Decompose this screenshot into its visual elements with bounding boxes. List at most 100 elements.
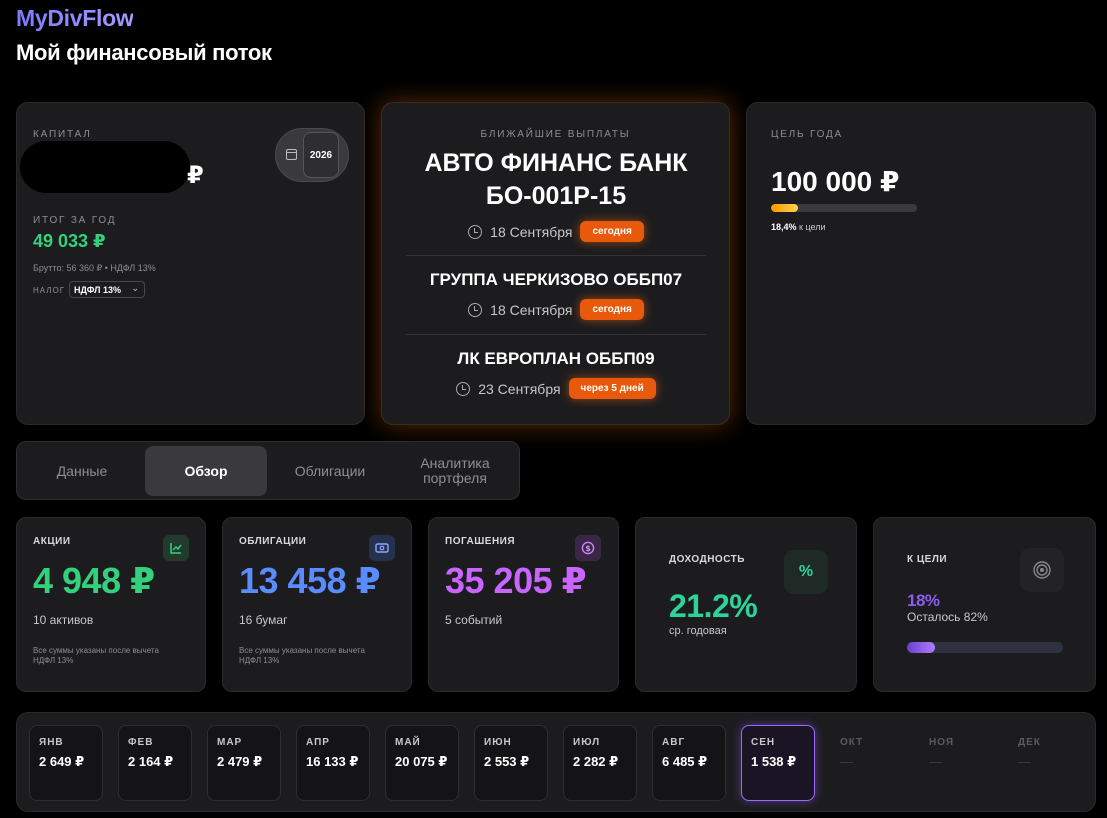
- page-title: Мой финансовый поток: [16, 40, 272, 65]
- payment-item[interactable]: ГРУППА ЧЕРКИЗОВО ОББП07 18 Сентября сего…: [406, 269, 706, 320]
- capital-amount-hidden: [20, 141, 190, 193]
- gross-note: Брутто: 56 360 ₽ • НДФЛ 13%: [33, 263, 156, 273]
- month-card-8[interactable]: АВГ 6 485 ₽: [652, 725, 726, 801]
- year-value[interactable]: 2026: [303, 132, 339, 178]
- month-name: ИЮН: [484, 737, 512, 748]
- month-card-12[interactable]: ДЕК —: [1008, 725, 1082, 801]
- payment-badge: через 5 дней: [568, 378, 656, 399]
- month-value: —: [1018, 754, 1031, 769]
- year-total-value: 49 033 ₽: [33, 231, 106, 251]
- month-value: —: [840, 754, 853, 769]
- month-name: СЕН: [751, 737, 776, 748]
- month-name: АВГ: [662, 737, 686, 748]
- month-card-3[interactable]: МАР 2 479 ₽: [207, 725, 281, 801]
- to-goal-value: 18%: [907, 591, 940, 610]
- month-card-4[interactable]: АПР 16 133 ₽: [296, 725, 370, 801]
- target-icon: [1020, 548, 1064, 592]
- payment-badge: сегодня: [580, 221, 644, 242]
- tab-overview[interactable]: Обзор: [145, 446, 267, 496]
- stocks-card: АКЦИИ 4 948 ₽ 10 активов Все суммы указа…: [16, 517, 206, 692]
- nearest-payments-card: БЛИЖАЙШИЕ ВЫПЛАТЫ АВТО ФИНАНС БАНК БО-00…: [381, 102, 730, 425]
- yield-value: 21.2%: [669, 588, 758, 624]
- bonds-label: ОБЛИГАЦИИ: [239, 536, 307, 547]
- redemptions-card: ПОГАШЕНИЯ $ 35 205 ₽ 5 событий: [428, 517, 619, 692]
- year-total-label: ИТОГ ЗА ГОД: [33, 215, 117, 226]
- month-name: МАЙ: [395, 737, 421, 748]
- goal-progress-bar: [771, 204, 917, 212]
- month-card-6[interactable]: ИЮН 2 553 ₽: [474, 725, 548, 801]
- month-value: 2 164 ₽: [128, 754, 174, 769]
- yield-label: ДОХОДНОСТЬ: [669, 554, 745, 565]
- payment-badge: сегодня: [580, 299, 644, 320]
- to-goal-remaining: Осталось 82%: [907, 610, 988, 624]
- month-card-9[interactable]: СЕН 1 538 ₽: [741, 725, 815, 801]
- payment-name: ЛК ЕВРОПЛАН ОББП09: [457, 349, 655, 368]
- svg-text:$: $: [585, 544, 591, 553]
- month-card-5[interactable]: МАЙ 20 075 ₽: [385, 725, 459, 801]
- redemptions-count: 5 событий: [445, 613, 503, 627]
- payment-date: 18 Сентября: [490, 223, 573, 240]
- stocks-label: АКЦИИ: [33, 536, 71, 547]
- payment-item[interactable]: ЛК ЕВРОПЛАН ОББП09 23 Сентября через 5 д…: [406, 348, 706, 399]
- payment-name: ГРУППА ЧЕРКИЗОВО ОББП07: [429, 270, 683, 289]
- stocks-count: 10 активов: [33, 613, 94, 627]
- capital-label: КАПИТАЛ: [33, 129, 92, 140]
- payment-item[interactable]: АВТО ФИНАНС БАНК БО-001Р-15 18 Сентября …: [406, 147, 706, 242]
- tax-select[interactable]: НДФЛ 13% ⌄: [69, 281, 145, 298]
- to-goal-label: К ЦЕЛИ: [907, 554, 948, 565]
- yield-sub: ср. годовая: [669, 625, 727, 637]
- bonds-card: ОБЛИГАЦИИ 13 458 ₽ 16 бумаг Все суммы ук…: [222, 517, 412, 692]
- dollar-circle-icon: $: [575, 535, 601, 561]
- tax-label: НАЛОГ: [33, 286, 66, 295]
- monthly-payouts: ЯНВ 2 649 ₽ ФЕВ 2 164 ₽ МАР 2 479 ₽ АПР 16 133 …: [16, 712, 1096, 812]
- redemptions-value: 35 205 ₽: [445, 560, 587, 601]
- to-goal-progress-fill: [907, 642, 936, 653]
- payment-date: 18 Сентября: [490, 301, 573, 318]
- banknote-icon: [369, 535, 395, 561]
- month-card-7[interactable]: ИЮЛ 2 282 ₽: [563, 725, 637, 801]
- month-name: ОКТ: [840, 737, 864, 748]
- month-value: 2 649 ₽: [39, 754, 85, 769]
- month-name: ИЮЛ: [573, 737, 601, 748]
- month-card-1[interactable]: ЯНВ 2 649 ₽: [29, 725, 103, 801]
- stocks-value: 4 948 ₽: [33, 560, 155, 601]
- year-selector[interactable]: 2026: [275, 128, 349, 182]
- bonds-value: 13 458 ₽: [239, 560, 381, 601]
- month-name: НОЯ: [929, 737, 955, 748]
- goal-progress-fill: [771, 204, 798, 212]
- tab-data[interactable]: Данные: [21, 446, 143, 496]
- tab-bonds[interactable]: Облигации: [269, 446, 391, 496]
- month-value: 2 553 ₽: [484, 754, 530, 769]
- brand-logo[interactable]: MyDivFlow: [16, 5, 134, 32]
- month-value: 6 485 ₽: [662, 754, 708, 769]
- tax-select-value: НДФЛ 13%: [74, 285, 121, 295]
- to-goal-card: К ЦЕЛИ 18% Осталось 82%: [873, 517, 1096, 692]
- month-value: —: [929, 754, 942, 769]
- chart-line-icon: [163, 535, 189, 561]
- yield-card: ДОХОДНОСТЬ % 21.2% ср. годовая: [635, 517, 857, 692]
- month-value: 2 479 ₽: [217, 754, 263, 769]
- month-card-2[interactable]: ФЕВ 2 164 ₽: [118, 725, 192, 801]
- month-value: 2 282 ₽: [573, 754, 619, 769]
- main-tabs: Данные Обзор Облигации Аналитика портфел…: [16, 441, 520, 500]
- goal-value: 100 000 ₽: [771, 166, 900, 197]
- chevron-down-icon: ⌄: [131, 283, 139, 293]
- month-name: ФЕВ: [128, 737, 154, 748]
- redemptions-label: ПОГАШЕНИЯ: [445, 536, 516, 547]
- divider: [406, 334, 706, 335]
- clock-icon: [456, 381, 471, 396]
- percent-icon: %: [784, 550, 828, 594]
- payment-name: АВТО ФИНАНС БАНК БО-001Р-15: [424, 149, 688, 210]
- goal-progress-text: 18,4% к цели: [771, 222, 826, 232]
- month-name: ДЕК: [1018, 737, 1041, 748]
- clock-icon: [468, 224, 483, 239]
- payment-date: 23 Сентября: [478, 380, 561, 397]
- divider: [406, 255, 706, 256]
- month-value: 20 075 ₽: [395, 754, 448, 769]
- month-card-11[interactable]: НОЯ —: [919, 725, 993, 801]
- month-name: МАР: [217, 737, 243, 748]
- month-card-10[interactable]: ОКТ —: [830, 725, 904, 801]
- tab-portfolio-analytics[interactable]: Аналитика портфеля: [393, 446, 517, 496]
- year-goal-card: ЦЕЛЬ ГОДА 100 000 ₽ 18,4% к цели: [746, 102, 1096, 425]
- capital-card: КАПИТАЛ ₽ 2026 ИТОГ ЗА ГОД 49 033 ₽ Брут…: [16, 102, 365, 425]
